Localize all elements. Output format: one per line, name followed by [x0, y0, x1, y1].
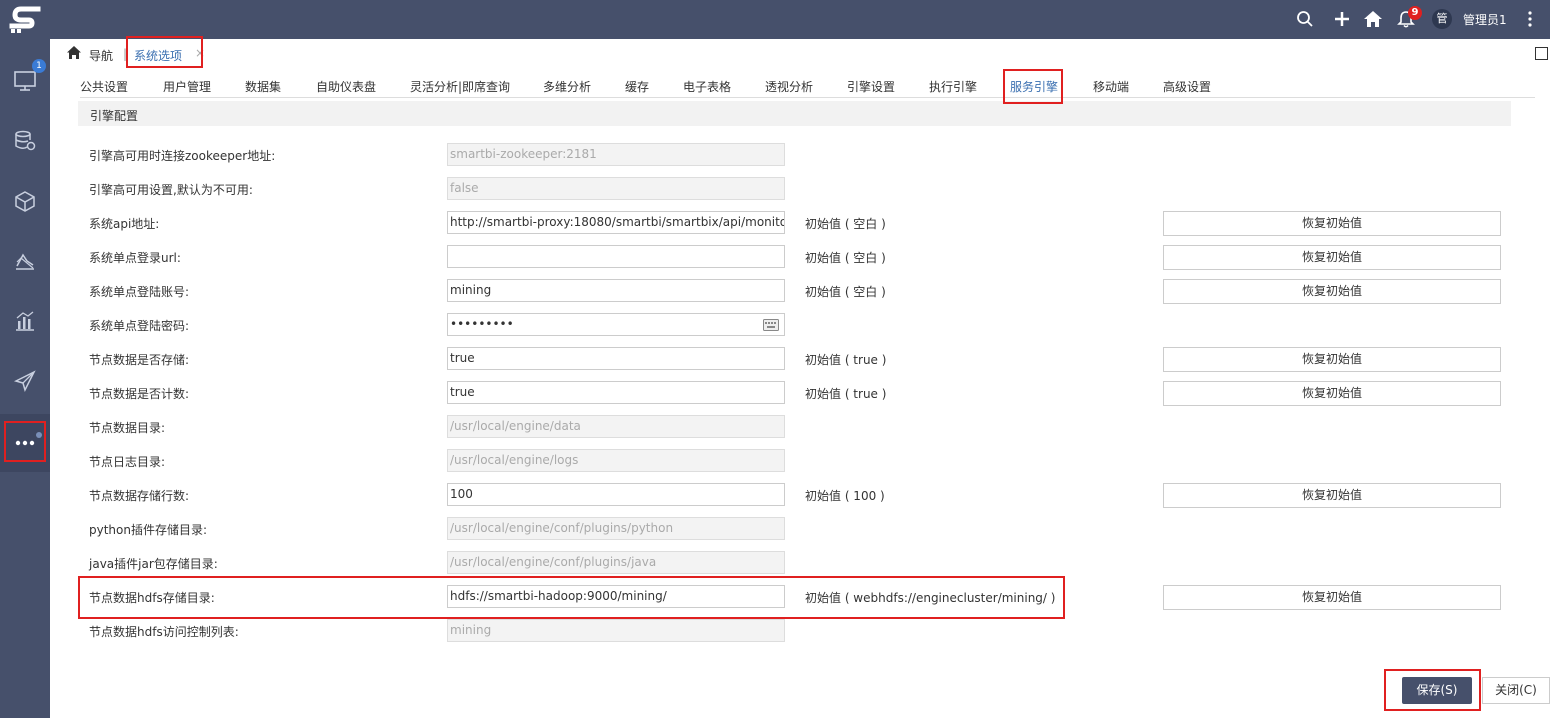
reset-default-button[interactable]: 恢复初始值 [1163, 585, 1501, 610]
app-logo[interactable] [8, 5, 42, 35]
field-input: /usr/local/engine/conf/plugins/python [447, 517, 785, 540]
tab-system-options[interactable]: 系统选项 [134, 47, 182, 64]
home-icon[interactable] [66, 45, 82, 61]
tab-3[interactable]: 自助仪表盘 [316, 78, 376, 95]
search-icon[interactable] [1294, 8, 1316, 30]
tab-7[interactable]: 电子表格 [683, 78, 731, 95]
field-input: /usr/local/engine/logs [447, 449, 785, 472]
field-input[interactable]: 100 [447, 483, 785, 506]
reset-default-button[interactable]: 恢复初始值 [1163, 211, 1501, 236]
field-input[interactable]: hdfs://smartbi-hadoop:9000/mining/ [447, 585, 785, 608]
monitor-badge: 1 [32, 59, 46, 73]
tab-9[interactable]: 引擎设置 [847, 78, 895, 95]
tab-10[interactable]: 执行引擎 [929, 78, 977, 95]
field-label: 节点数据hdfs存储目录: [89, 591, 215, 605]
initial-value-label: 初始值 ( 空白 ) [805, 285, 886, 299]
field-label: 节点数据目录: [89, 421, 166, 435]
avatar[interactable]: 管 [1432, 9, 1452, 29]
status-dot [36, 432, 42, 438]
field-input[interactable]: ••••••••• [447, 313, 785, 336]
tab-1[interactable]: 用户管理 [163, 78, 211, 95]
field-input: /usr/local/engine/data [447, 415, 785, 438]
field-label: java插件jar包存储目录: [89, 557, 218, 571]
initial-value-label: 初始值 ( 空白 ) [805, 217, 886, 231]
field-input[interactable]: true [447, 381, 785, 404]
section-header [78, 101, 1511, 126]
field-label: 节点数据hdfs访问控制列表: [89, 625, 239, 639]
field-label: 系统单点登陆账号: [89, 285, 190, 299]
reset-default-button[interactable]: 恢复初始值 [1163, 347, 1501, 372]
tab-separator: | [123, 47, 128, 61]
reset-default-button[interactable]: 恢复初始值 [1163, 483, 1501, 508]
field-label: 引擎高可用时连接zookeeper地址: [89, 149, 276, 163]
plus-icon[interactable] [1331, 8, 1353, 30]
close-tab-icon[interactable]: × [195, 46, 205, 60]
field-label: 系统api地址: [89, 217, 160, 231]
reset-default-button[interactable]: 恢复初始值 [1163, 279, 1501, 304]
section-title: 引擎配置 [90, 109, 139, 123]
initial-value-label: 初始值 ( true ) [805, 353, 887, 367]
initial-value-label: 初始值 ( 100 ) [805, 489, 885, 503]
tab-2[interactable]: 数据集 [245, 78, 281, 95]
save-button[interactable]: 保存(S) [1402, 677, 1472, 704]
field-label: 引擎高可用设置,默认为不可用: [89, 183, 253, 197]
tab-0[interactable]: 公共设置 [80, 78, 128, 95]
tab-6[interactable]: 缓存 [625, 78, 649, 95]
field-input: /usr/local/engine/conf/plugins/java [447, 551, 785, 574]
paper-plane-icon[interactable] [0, 352, 50, 410]
field-label: python插件存储目录: [89, 523, 208, 537]
more-vertical-icon[interactable] [1519, 8, 1541, 30]
field-label: 系统单点登录url: [89, 251, 181, 265]
cube-icon[interactable] [0, 172, 50, 230]
tab-4[interactable]: 灵活分析|即席查询 [410, 78, 510, 95]
field-input[interactable]: http://smartbi-proxy:18080/smartbi/smart… [447, 211, 785, 234]
more-icon[interactable] [0, 414, 50, 472]
top-bar: 9 管 管理员1 [0, 0, 1550, 39]
initial-value-label: 初始值 ( 空白 ) [805, 251, 886, 265]
username-label[interactable]: 管理员1 [1463, 11, 1507, 28]
field-input: smartbi-zookeeper:2181 [447, 143, 785, 166]
home-icon[interactable] [1362, 8, 1384, 30]
nav-label[interactable]: 导航 [89, 47, 113, 64]
tab-5[interactable]: 多维分析 [543, 78, 591, 95]
tab-8[interactable]: 透视分析 [765, 78, 813, 95]
close-button[interactable]: 关闭(C) [1482, 677, 1550, 704]
field-label: 节点日志目录: [89, 455, 166, 469]
reset-default-button[interactable]: 恢复初始值 [1163, 381, 1501, 406]
field-label: 系统单点登陆密码: [89, 319, 190, 333]
field-label: 节点数据是否存储: [89, 353, 190, 367]
reset-default-button[interactable]: 恢复初始值 [1163, 245, 1501, 270]
field-input: false [447, 177, 785, 200]
initial-value-label: 初始值 ( true ) [805, 387, 887, 401]
tab-12[interactable]: 移动端 [1093, 78, 1129, 95]
notification-badge: 9 [1408, 6, 1422, 20]
bar-chart-icon[interactable] [0, 292, 50, 350]
initial-value-label: 初始值 ( webhdfs://enginecluster/mining/ ) [805, 591, 1056, 605]
field-label: 节点数据是否计数: [89, 387, 190, 401]
field-input[interactable]: mining [447, 279, 785, 302]
database-settings-icon[interactable] [0, 112, 50, 170]
tab-13[interactable]: 高级设置 [1163, 78, 1211, 95]
layers-chart-icon[interactable] [0, 232, 50, 290]
tab-bar [50, 39, 1550, 69]
field-input[interactable] [447, 245, 785, 268]
field-input[interactable]: true [447, 347, 785, 370]
field-input: mining [447, 619, 785, 642]
keyboard-icon[interactable] [763, 319, 779, 331]
tab-11[interactable]: 服务引擎 [1010, 78, 1058, 95]
settings-tabs: 公共设置 用户管理 数据集 自助仪表盘 灵活分析|即席查询 多维分析 缓存 电子表格 透视分析 引… [80, 70, 1535, 98]
maximize-icon[interactable] [1535, 47, 1548, 60]
field-label: 节点数据存储行数: [89, 489, 190, 503]
